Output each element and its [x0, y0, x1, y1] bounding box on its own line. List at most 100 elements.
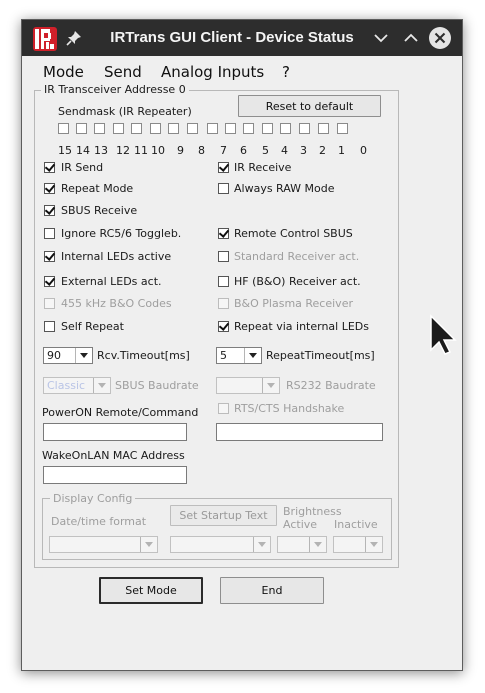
sendmask-number: 15: [58, 144, 72, 157]
ir-send-label: IR Send: [61, 161, 104, 174]
power-on-label: PowerON Remote/Command: [42, 406, 199, 419]
rs232-text-input[interactable]: [216, 423, 383, 441]
sendmask-checkbox-2[interactable]: [299, 123, 310, 134]
repeat-via-internal-leds-checkbox[interactable]: [218, 321, 229, 332]
bo-plasma-receiver-checkbox[interactable]: [218, 298, 229, 309]
sendmask-checkbox-15[interactable]: [58, 123, 69, 134]
repeat-mode-label: Repeat Mode: [61, 182, 134, 195]
sendmask-number: 5: [262, 144, 269, 157]
brightness-inactive-select[interactable]: [333, 536, 383, 553]
brightness-inactive-label: Inactive: [334, 518, 378, 531]
menu-analog-inputs[interactable]: Analog Inputs: [161, 63, 264, 81]
brightness-label: Brightness: [283, 505, 342, 518]
chevron-down-icon[interactable]: [365, 537, 382, 552]
set-startup-text-button[interactable]: Set Startup Text: [170, 505, 277, 526]
external-leds-act-checkbox[interactable]: [44, 276, 55, 287]
rts-cts-handshake-label: RTS/CTS Handshake: [234, 402, 345, 415]
chevron-down-icon[interactable]: [262, 378, 279, 393]
power-on-input[interactable]: [43, 423, 187, 441]
brightness-active-select[interactable]: [277, 536, 327, 553]
transceiver-group-legend: IR Transceiver Addresse 0: [41, 83, 189, 96]
sendmask-checkbox-14[interactable]: [76, 123, 87, 134]
chevron-down-icon[interactable]: [75, 348, 92, 363]
ir-receive-checkbox[interactable]: [218, 162, 229, 173]
sendmask-checkbox-1[interactable]: [318, 123, 329, 134]
chevron-down-icon[interactable]: [253, 537, 270, 552]
remote-control-sbus-checkbox[interactable]: [218, 228, 229, 239]
minimize-chevron-icon[interactable]: [369, 26, 393, 50]
rts-cts-handshake-checkbox[interactable]: [218, 403, 229, 414]
ir-send-checkbox[interactable]: [44, 162, 55, 173]
reset-to-default-button[interactable]: Reset to default: [238, 95, 381, 117]
display-config-legend: Display Config: [50, 492, 136, 505]
always-raw-mode-checkbox[interactable]: [218, 183, 229, 194]
datetime-format-select[interactable]: [49, 536, 158, 553]
brightness-active-label: Active: [283, 518, 318, 531]
set-mode-button[interactable]: Set Mode: [99, 577, 203, 604]
rs232-baudrate-select[interactable]: [216, 377, 280, 394]
standard-receiver-act-checkbox[interactable]: [218, 251, 229, 262]
internal-leds-active-checkbox[interactable]: [44, 251, 55, 262]
menu-bar: Mode Send Analog Inputs ?: [22, 56, 462, 84]
ignore-rc56-checkbox[interactable]: [44, 228, 55, 239]
sendmask-number: 7: [220, 144, 227, 157]
end-button[interactable]: End: [220, 577, 324, 604]
sendmask-number: 13: [94, 144, 108, 157]
sendmask-checkbox-11[interactable]: [131, 123, 142, 134]
sendmask-checkbox-6[interactable]: [225, 123, 236, 134]
hf-bo-receiver-act-label: HF (B&O) Receiver act.: [234, 275, 361, 288]
sendmask-number: 2: [319, 144, 326, 157]
menu-mode[interactable]: Mode: [43, 63, 84, 81]
wakeonlan-label: WakeOnLAN MAC Address: [42, 449, 185, 462]
sendmask-checkbox-3[interactable]: [280, 123, 291, 134]
menu-help[interactable]: ?: [282, 63, 290, 81]
sendmask-checkbox-0[interactable]: [337, 123, 348, 134]
sendmask-checkbox-7[interactable]: [207, 123, 218, 134]
chevron-down-icon[interactable]: [309, 537, 326, 552]
hf-bo-receiver-act-checkbox[interactable]: [218, 276, 229, 287]
bo-455khz-codes-label: 455 kHz B&O Codes: [61, 297, 172, 310]
mouse-pointer-icon: [430, 314, 457, 355]
sendmask-number: 4: [281, 144, 288, 157]
sendmask-checkbox-5[interactable]: [243, 123, 254, 134]
sbus-baudrate-value: Classic: [47, 379, 86, 392]
sendmask-checkbox-4[interactable]: [262, 123, 273, 134]
always-raw-mode-label: Always RAW Mode: [234, 182, 335, 195]
repeat-via-internal-leds-label: Repeat via internal LEDs: [234, 320, 370, 333]
rcv-timeout-label: Rcv.Timeout[ms]: [97, 349, 190, 362]
title-bar[interactable]: IRTrans GUI Client - Device Status: [22, 20, 462, 56]
chevron-down-icon[interactable]: [140, 537, 157, 552]
sendmask-checkbox-13[interactable]: [94, 123, 105, 134]
repeat-mode-checkbox[interactable]: [44, 183, 55, 194]
sendmask-checkbox-12[interactable]: [113, 123, 124, 134]
sbus-baudrate-select[interactable]: Classic: [43, 377, 111, 394]
sendmask-number: 14: [76, 144, 90, 157]
sendmask-checkbox-8[interactable]: [187, 123, 198, 134]
self-repeat-checkbox[interactable]: [44, 321, 55, 332]
sendmask-number: 6: [240, 144, 247, 157]
close-icon[interactable]: [428, 26, 452, 50]
rcv-timeout-select[interactable]: 90: [43, 347, 93, 364]
pin-icon[interactable]: [64, 28, 84, 48]
sbus-receive-label: SBUS Receive: [61, 204, 138, 217]
sendmask-number: 11: [134, 144, 148, 157]
sendmask-number: 10: [151, 144, 165, 157]
sbus-receive-checkbox[interactable]: [44, 205, 55, 216]
remote-control-sbus-label: Remote Control SBUS: [234, 227, 353, 240]
chevron-down-icon[interactable]: [244, 348, 261, 363]
wakeonlan-input[interactable]: [43, 466, 187, 484]
sendmask-checkbox-10[interactable]: [150, 123, 161, 134]
sendmask-checkbox-9[interactable]: [168, 123, 179, 134]
bo-455khz-codes-checkbox[interactable]: [44, 298, 55, 309]
repeat-timeout-select[interactable]: 5: [216, 347, 262, 364]
irtrans-logo-icon: [33, 27, 57, 51]
ir-receive-label: IR Receive: [234, 161, 292, 174]
standard-receiver-act-label: Standard Receiver act.: [234, 250, 360, 263]
startup-text-select[interactable]: [170, 536, 271, 553]
sendmask-label: Sendmask (IR Repeater): [58, 105, 192, 118]
maximize-chevron-icon[interactable]: [399, 26, 423, 50]
menu-send[interactable]: Send: [104, 63, 142, 81]
datetime-format-label: Date/time format: [51, 515, 147, 528]
chevron-down-icon[interactable]: [93, 378, 110, 393]
sendmask-number: 1: [338, 144, 345, 157]
